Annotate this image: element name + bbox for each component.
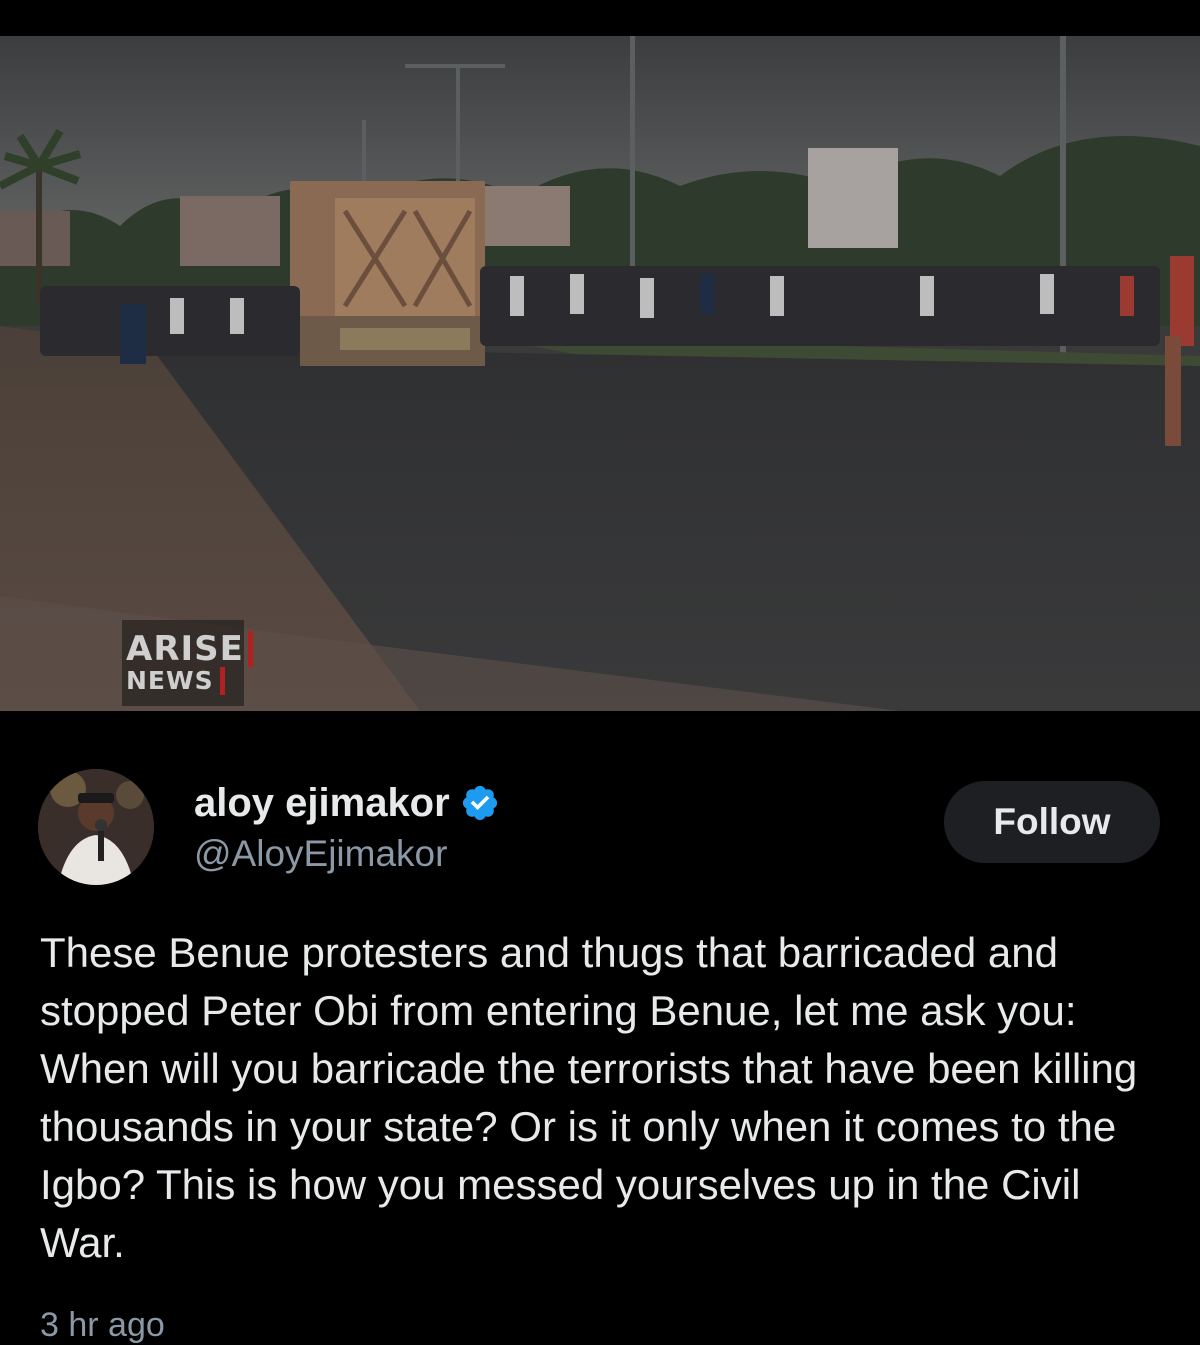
video-frame bbox=[0, 36, 1200, 711]
verified-badge-icon bbox=[462, 785, 497, 821]
author-name-row: aloy ejimakor bbox=[194, 779, 500, 827]
arise-news-logo: ARISE NEWS bbox=[122, 620, 253, 706]
post-text: These Benue protesters and thugs that ba… bbox=[40, 929, 1138, 1266]
author-display-name[interactable]: aloy ejimakor bbox=[194, 779, 450, 827]
post-video[interactable]: ARISE NEWS bbox=[0, 36, 1200, 711]
status-bar bbox=[0, 0, 1200, 36]
post: aloy ejimakor @AloyEjimakor Follow These… bbox=[0, 711, 1200, 1344]
avatar-image bbox=[38, 769, 154, 885]
avatar[interactable] bbox=[38, 769, 154, 885]
follow-button[interactable]: Follow bbox=[944, 781, 1160, 863]
author-handle[interactable]: @AloyEjimakor bbox=[194, 831, 447, 877]
post-timestamp[interactable]: 3 hr ago bbox=[40, 1305, 165, 1345]
